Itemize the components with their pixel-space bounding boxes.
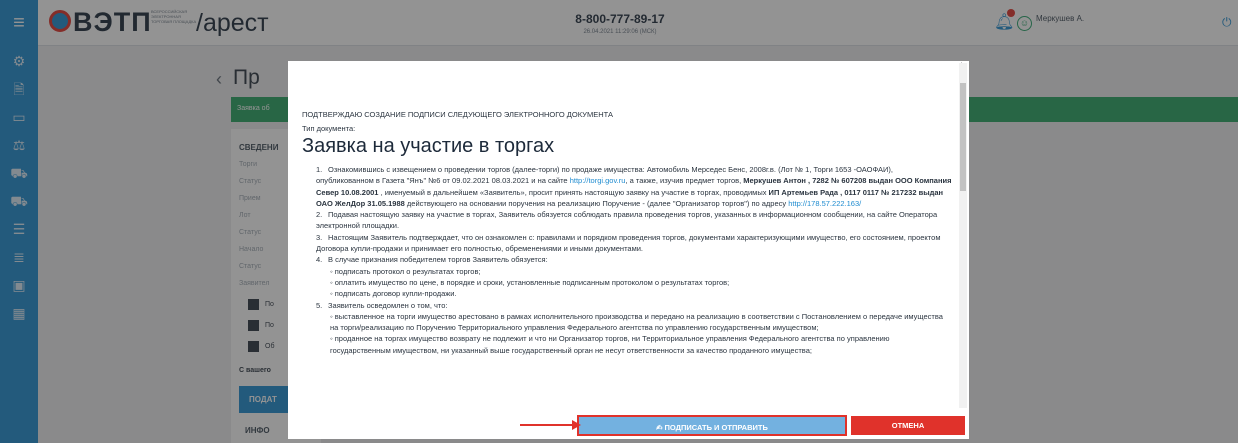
terms-subitem: ◦ оплатить имущество по цене, в порядке … <box>330 277 730 287</box>
terms-subitem: ◦ проданное на торгах имущество возврату… <box>330 334 890 355</box>
modal-footer: ✍︎ ПОДПИСАТЬ И ОТПРАВИТЬ ОТМЕНА <box>288 408 969 439</box>
sign-and-send-button[interactable]: ✍︎ ПОДПИСАТЬ И ОТПРАВИТЬ <box>577 415 847 436</box>
torgi-link[interactable]: http://torgi.gov.ru <box>570 176 626 185</box>
scrollbar-thumb[interactable] <box>960 83 966 191</box>
modal-scrollbar[interactable] <box>959 63 967 418</box>
terms-item: 3. Настоящим Заявитель подтверждает, что … <box>316 232 941 254</box>
confirm-line: ПОДТВЕРЖДАЮ СОЗДАНИЕ ПОДПИСИ СЛЕДУЮЩЕГО … <box>302 110 613 119</box>
terms-item: 1. Ознакомившись с извещением о проведени… <box>316 165 952 208</box>
document-title: Заявка на участие в торгах <box>302 135 555 157</box>
application-terms: 1. Ознакомившись с извещением о проведени… <box>302 164 952 356</box>
terms-item: 2. Подавая настоящую заявку на участие в … <box>316 210 938 231</box>
terms-item: 5. Заявитель осведомлен о том, что: <box>316 300 448 310</box>
sign-document-modal: ПОДТВЕРЖДАЮ СОЗДАНИЕ ПОДПИСИ СЛЕДУЮЩЕГО … <box>288 61 969 439</box>
terms-subitem: ◦ подписать протокол о результатах торго… <box>330 266 481 276</box>
annotation-arrow <box>520 420 581 430</box>
terms-subitem: ◦ подписать договор купли-продажи. <box>330 289 457 299</box>
terms-subitem: ◦ выставленное на торги имущество аресто… <box>330 311 943 333</box>
organizer-link[interactable]: http://178.57.222.163/ <box>788 199 861 208</box>
cancel-button[interactable]: ОТМЕНА <box>851 416 965 435</box>
terms-item: 4. В случае признания победителем торгов … <box>316 255 548 265</box>
doc-type-label: Тип документа: <box>302 124 356 133</box>
